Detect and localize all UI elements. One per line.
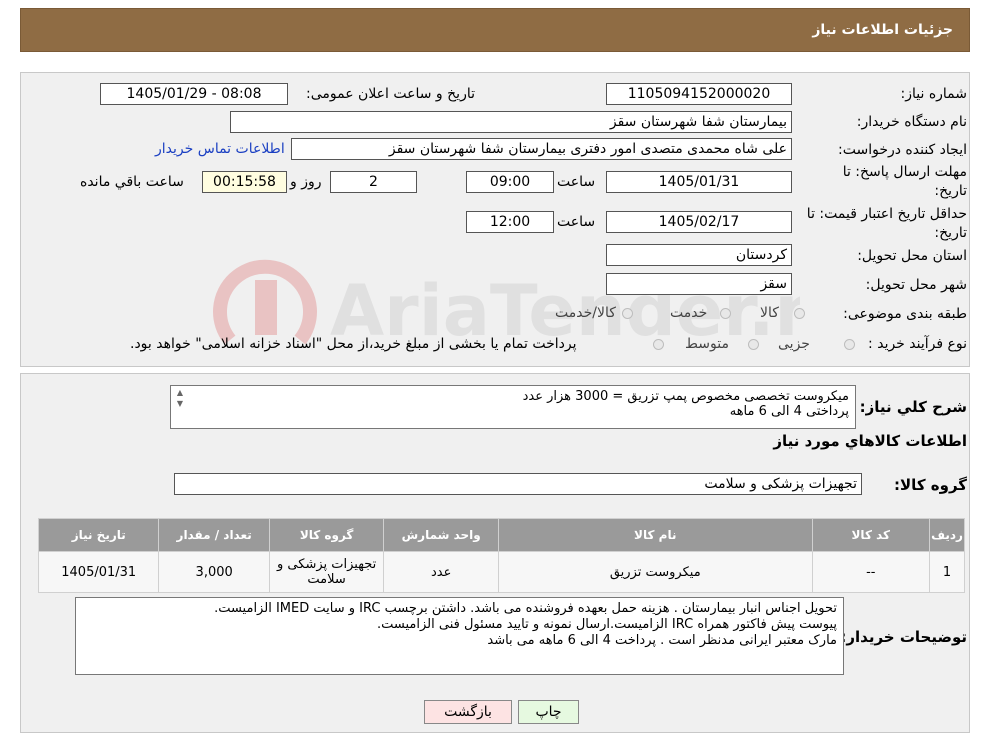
col-unit: واحد شمارش — [383, 518, 499, 552]
treasury-checkbox[interactable] — [653, 339, 664, 350]
category-goods-label: کالا — [760, 305, 779, 321]
col-item-group: گروه کالا — [268, 518, 385, 552]
cell-row-number: 1 — [929, 551, 965, 593]
goods-group-field: تجهیزات پزشکی و سلامت — [174, 473, 862, 495]
buyer-org-field: بیمارستان شفا شهرستان سقز — [230, 111, 792, 133]
description-line-1: میکروست تخصصی مخصوص پمپ تزریق = 3000 هزا… — [522, 389, 849, 404]
deadline-label: مهلت ارسال پاسخ: تا — [842, 164, 967, 180]
deadline-date-field: 1405/01/31 — [606, 171, 792, 193]
back-button[interactable]: بازگشت — [424, 700, 512, 724]
cell-quantity: 3,000 — [158, 551, 270, 593]
process-radio-minor[interactable] — [844, 339, 855, 350]
need-number-field: 1105094152000020 — [606, 83, 792, 105]
table-row: 1 -- میکروست تزریق عدد تجهیزات پزشکی و س… — [37, 551, 965, 593]
price-validity-label-2: تاریخ: — [934, 225, 967, 241]
cell-unit: عدد — [383, 551, 499, 593]
process-minor-label: جزیی — [778, 336, 810, 352]
goods-table: ردیف کد کالا نام کالا واحد شمارش گروه کا… — [37, 518, 965, 593]
price-validity-time-label: ساعت — [557, 214, 596, 230]
days-field: 2 — [330, 171, 417, 193]
price-validity-date-field: 1405/02/17 — [606, 211, 792, 233]
contact-buyer-link[interactable]: اطلاعات تماس خریدار — [155, 141, 285, 157]
table-header-row: ردیف کد کالا نام کالا واحد شمارش گروه کا… — [37, 518, 965, 552]
buyer-notes-line-2: پیوست پیش فاکتور همراه IRC الزامیست.ارسا… — [377, 617, 837, 632]
announce-field: 1405/01/29 - 08:08 — [100, 83, 288, 105]
description-label: شرح کلي نياز: — [859, 398, 967, 416]
description-line-2: پرداختی 4 الی 6 ماهه — [729, 404, 849, 419]
col-row-number: ردیف — [929, 518, 965, 552]
col-need-date: تاریخ نیاز — [37, 518, 160, 552]
announce-label: تاریخ و ساعت اعلان عمومی: — [306, 86, 475, 102]
price-validity-label: حداقل تاریخ اعتبار قیمت: تا — [806, 206, 967, 222]
description-textarea: میکروست تخصصی مخصوص پمپ تزریق = 3000 هزا… — [170, 385, 856, 429]
cell-item-group: تجهیزات پزشکی و سلامت — [268, 551, 385, 593]
category-service-label: خدمت — [670, 305, 708, 321]
goods-group-label: گروه کالا: — [894, 476, 967, 494]
category-radio-goods-service[interactable] — [622, 308, 633, 319]
page-header: جزئیات اطلاعات نیاز — [20, 8, 970, 52]
category-goods-service-label: کالا/خدمت — [555, 305, 616, 321]
price-validity-time-field: 12:00 — [466, 211, 554, 233]
category-label: طبقه بندی موضوعی: — [843, 306, 967, 322]
buyer-notes-textarea: تحویل اجناس انبار بیمارستان . هزینه حمل … — [75, 597, 844, 675]
requester-field: علی شاه محمدی متصدی امور دفتری بیمارستان… — [291, 138, 792, 160]
process-note: پرداخت تمام یا بخشی از مبلغ خرید،از محل … — [130, 336, 577, 352]
page-title: جزئیات اطلاعات نیاز — [812, 22, 953, 38]
scroll-up-icon[interactable]: ▲ — [172, 388, 188, 397]
col-item-name: نام کالا — [498, 518, 813, 552]
buyer-notes-line-1: تحویل اجناس انبار بیمارستان . هزینه حمل … — [214, 601, 837, 616]
process-radio-medium[interactable] — [748, 339, 759, 350]
deadline-time-label: ساعت — [557, 174, 596, 190]
cell-item-code: -- — [811, 551, 931, 593]
goods-section-title: اطلاعات کالاهاي مورد نياز — [773, 432, 967, 450]
days-label: روز و — [290, 174, 322, 190]
city-field: سقز — [606, 273, 792, 295]
buyer-org-label: نام دستگاه خریدار: — [856, 114, 967, 130]
buyer-notes-line-3: مارک معتبر ایرانی مدنظر است . پرداخت 4 ا… — [487, 633, 837, 648]
cell-item-name: میکروست تزریق — [498, 551, 813, 593]
deadline-label-2: تاریخ: — [934, 183, 967, 199]
province-field: کردستان — [606, 244, 792, 266]
col-item-code: کد کالا — [811, 518, 931, 552]
print-button[interactable]: چاپ — [518, 700, 579, 724]
process-label: نوع فرآیند خرید : — [868, 336, 967, 352]
province-label: استان محل تحویل: — [857, 248, 967, 264]
cell-need-date: 1405/01/31 — [37, 551, 160, 593]
category-radio-service[interactable] — [720, 308, 731, 319]
remaining-label: ساعت باقي مانده — [80, 174, 184, 190]
deadline-time-field: 09:00 — [466, 171, 554, 193]
city-label: شهر محل تحویل: — [865, 277, 967, 293]
requester-label: ایجاد کننده درخواست: — [838, 142, 967, 158]
process-medium-label: متوسط — [685, 336, 729, 352]
col-quantity: تعداد / مقدار — [158, 518, 270, 552]
category-radio-goods[interactable] — [794, 308, 805, 319]
buyer-notes-label: توضیحات خریدار: — [840, 628, 967, 646]
need-number-label: شماره نیاز: — [900, 86, 968, 102]
remaining-time-field: 00:15:58 — [202, 171, 287, 193]
scroll-down-icon[interactable]: ▼ — [172, 399, 188, 408]
